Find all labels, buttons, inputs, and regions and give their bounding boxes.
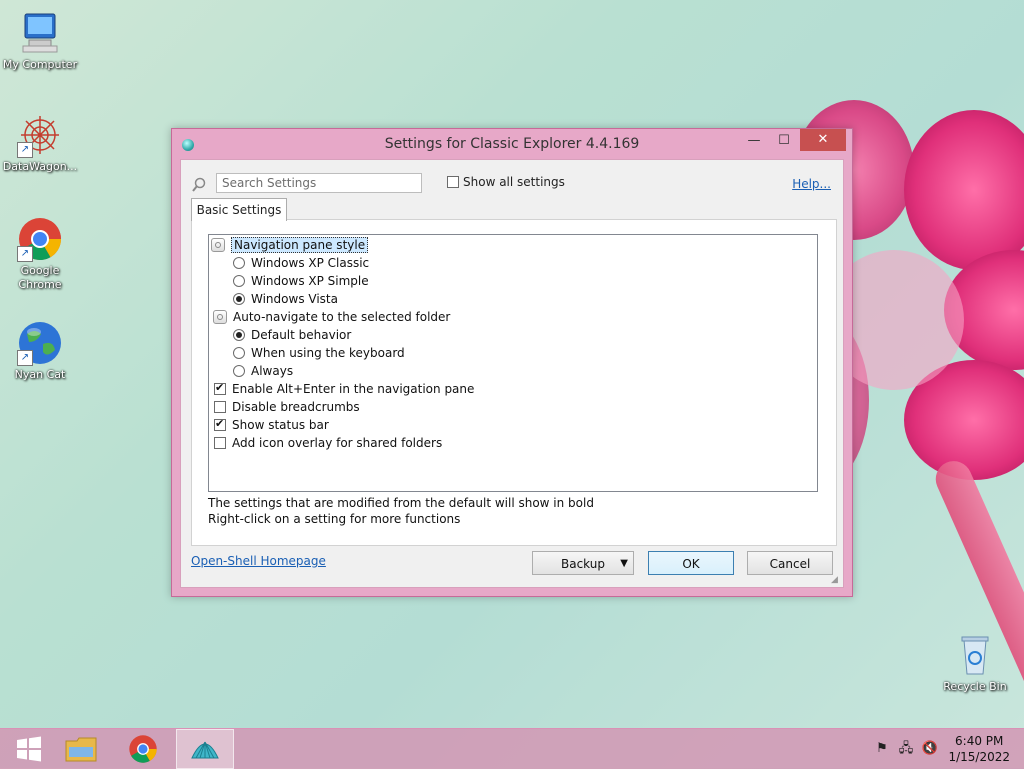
radio-windows-xp-simple[interactable]: Windows XP Simple (233, 272, 369, 290)
close-button[interactable]: ✕ (800, 129, 846, 151)
radio-label: Default behavior (251, 328, 352, 342)
checkbox-box[interactable] (214, 417, 226, 431)
checkbox-label: Add icon overlay for shared folders (232, 436, 443, 450)
setting-group-label: Auto-navigate to the selected folder (233, 310, 451, 324)
ok-button[interactable]: OK (648, 551, 734, 575)
shortcut-arrow-icon: ↗ (17, 142, 33, 158)
maximize-button[interactable]: ☐ (770, 131, 798, 151)
datawagon-icon: ↗ (17, 112, 63, 158)
checkbox-disable-breadcrumbs[interactable]: Disable breadcrumbs (214, 398, 360, 416)
globe-icon: ↗ (17, 320, 63, 366)
radio-button[interactable] (233, 275, 245, 287)
start-button[interactable] (0, 729, 58, 769)
desktop-icon-label: Nyan Cat (14, 368, 66, 381)
desktop-icon-label: Recycle Bin (943, 680, 1007, 693)
recycle-bin-icon (952, 632, 998, 678)
radio-label: Windows XP Classic (251, 256, 370, 270)
wallpaper-stem (930, 455, 1024, 745)
radio-label: Windows Vista (251, 292, 338, 306)
chrome-icon: ↗ (17, 216, 63, 262)
checkbox-box[interactable] (214, 381, 226, 395)
dialog-titlebar[interactable]: Settings for Classic Explorer 4.4.169 — … (172, 129, 852, 159)
settings-dialog: Settings for Classic Explorer 4.4.169 — … (171, 128, 853, 597)
desktop-icon-nyan-cat[interactable]: ↗ Nyan Cat (0, 320, 80, 382)
checkbox-label: Disable breadcrumbs (232, 400, 360, 414)
taskbar: ⚑ 🖧 🔇 6:40 PM 1/15/2022 (0, 728, 1024, 769)
desktop-icon-chrome[interactable]: ↗ Google Chrome (0, 216, 80, 292)
search-icon (191, 177, 207, 193)
desktop-icon-label: Google Chrome (18, 264, 62, 291)
radio-button[interactable] (233, 347, 245, 359)
backup-button-label: Backup (561, 557, 605, 571)
radio-button[interactable] (233, 329, 245, 341)
radio-button[interactable] (233, 293, 245, 305)
radio-label: Always (251, 364, 294, 378)
minimize-button[interactable]: — (740, 131, 768, 151)
clock-date: 1/15/2022 (948, 750, 1010, 764)
checkbox-label: Show status bar (232, 418, 329, 432)
radio-label: When using the keyboard (251, 346, 405, 360)
radio-when-using-keyboard[interactable]: When using the keyboard (233, 344, 405, 362)
open-shell-homepage-link[interactable]: Open-Shell Homepage (191, 554, 326, 568)
desktop-icon-my-computer[interactable]: My Computer (0, 10, 80, 72)
checkbox-box[interactable] (447, 176, 459, 188)
radio-always[interactable]: Always (233, 362, 293, 380)
action-center-flag-icon[interactable]: ⚑ (873, 741, 891, 757)
start-icon (17, 736, 41, 762)
file-explorer-icon (65, 737, 97, 762)
checkbox-show-status-bar[interactable]: Show status bar (214, 416, 329, 434)
checkbox-box[interactable] (214, 437, 226, 449)
desktop-icon-recycle-bin[interactable]: Recycle Bin (935, 632, 1015, 694)
computer-icon (17, 10, 63, 56)
radio-button[interactable] (233, 365, 245, 377)
checkbox-box[interactable] (214, 401, 226, 413)
resize-grip-icon[interactable]: ◢ (831, 575, 841, 585)
show-all-settings-checkbox[interactable]: Show all settings (447, 175, 565, 189)
group-icon (211, 238, 225, 252)
taskbar-file-explorer[interactable] (52, 729, 110, 769)
shortcut-arrow-icon: ↗ (17, 246, 33, 262)
system-clock[interactable]: 6:40 PM 1/15/2022 (948, 733, 1010, 765)
cancel-button[interactable]: Cancel (747, 551, 833, 575)
volume-muted-icon[interactable]: 🔇 (921, 741, 939, 757)
radio-windows-xp-classic[interactable]: Windows XP Classic (233, 254, 369, 272)
taskbar-open-shell[interactable] (176, 729, 234, 769)
dropdown-arrow-icon: ▼ (620, 558, 628, 569)
group-icon (213, 310, 227, 324)
desktop-icon-label: My Computer (2, 58, 78, 71)
radio-button[interactable] (233, 257, 245, 269)
note-right-click: Right-click on a setting for more functi… (208, 512, 461, 526)
note-modified-bold: The settings that are modified from the … (208, 496, 594, 510)
settings-tree[interactable]: Navigation pane style Windows XP Classic… (208, 234, 818, 492)
setting-group-auto-navigate[interactable]: Auto-navigate to the selected folder (213, 308, 450, 326)
setting-group-label: Navigation pane style (231, 237, 369, 253)
search-input[interactable] (216, 173, 422, 193)
network-icon[interactable]: 🖧 (897, 741, 915, 757)
tab-basic-settings[interactable]: Basic Settings (191, 198, 287, 221)
setting-group-navigation-pane-style[interactable]: Navigation pane style (211, 236, 369, 254)
desktop-icon-label: DataWagon... (2, 160, 78, 173)
checkbox-add-icon-overlay[interactable]: Add icon overlay for shared folders (214, 434, 442, 452)
backup-button[interactable]: Backup ▼ (532, 551, 634, 575)
open-shell-icon (191, 741, 219, 759)
tab-panel: Navigation pane style Windows XP Classic… (191, 219, 837, 546)
shortcut-arrow-icon: ↗ (17, 350, 33, 366)
checkbox-enable-alt-enter[interactable]: Enable Alt+Enter in the navigation pane (214, 380, 474, 398)
chrome-icon (129, 735, 157, 763)
taskbar-chrome[interactable] (114, 729, 172, 769)
radio-windows-vista[interactable]: Windows Vista (233, 290, 338, 308)
clock-time: 6:40 PM (955, 734, 1004, 748)
desktop-icon-datawagon[interactable]: ↗ DataWagon... (0, 112, 80, 174)
help-link[interactable]: Help... (792, 177, 831, 191)
show-all-settings-label: Show all settings (463, 175, 565, 189)
dialog-client-area: Show all settings Help... Basic Settings… (180, 159, 844, 588)
radio-label: Windows XP Simple (251, 274, 369, 288)
radio-default-behavior[interactable]: Default behavior (233, 326, 351, 344)
checkbox-label: Enable Alt+Enter in the navigation pane (232, 382, 475, 396)
